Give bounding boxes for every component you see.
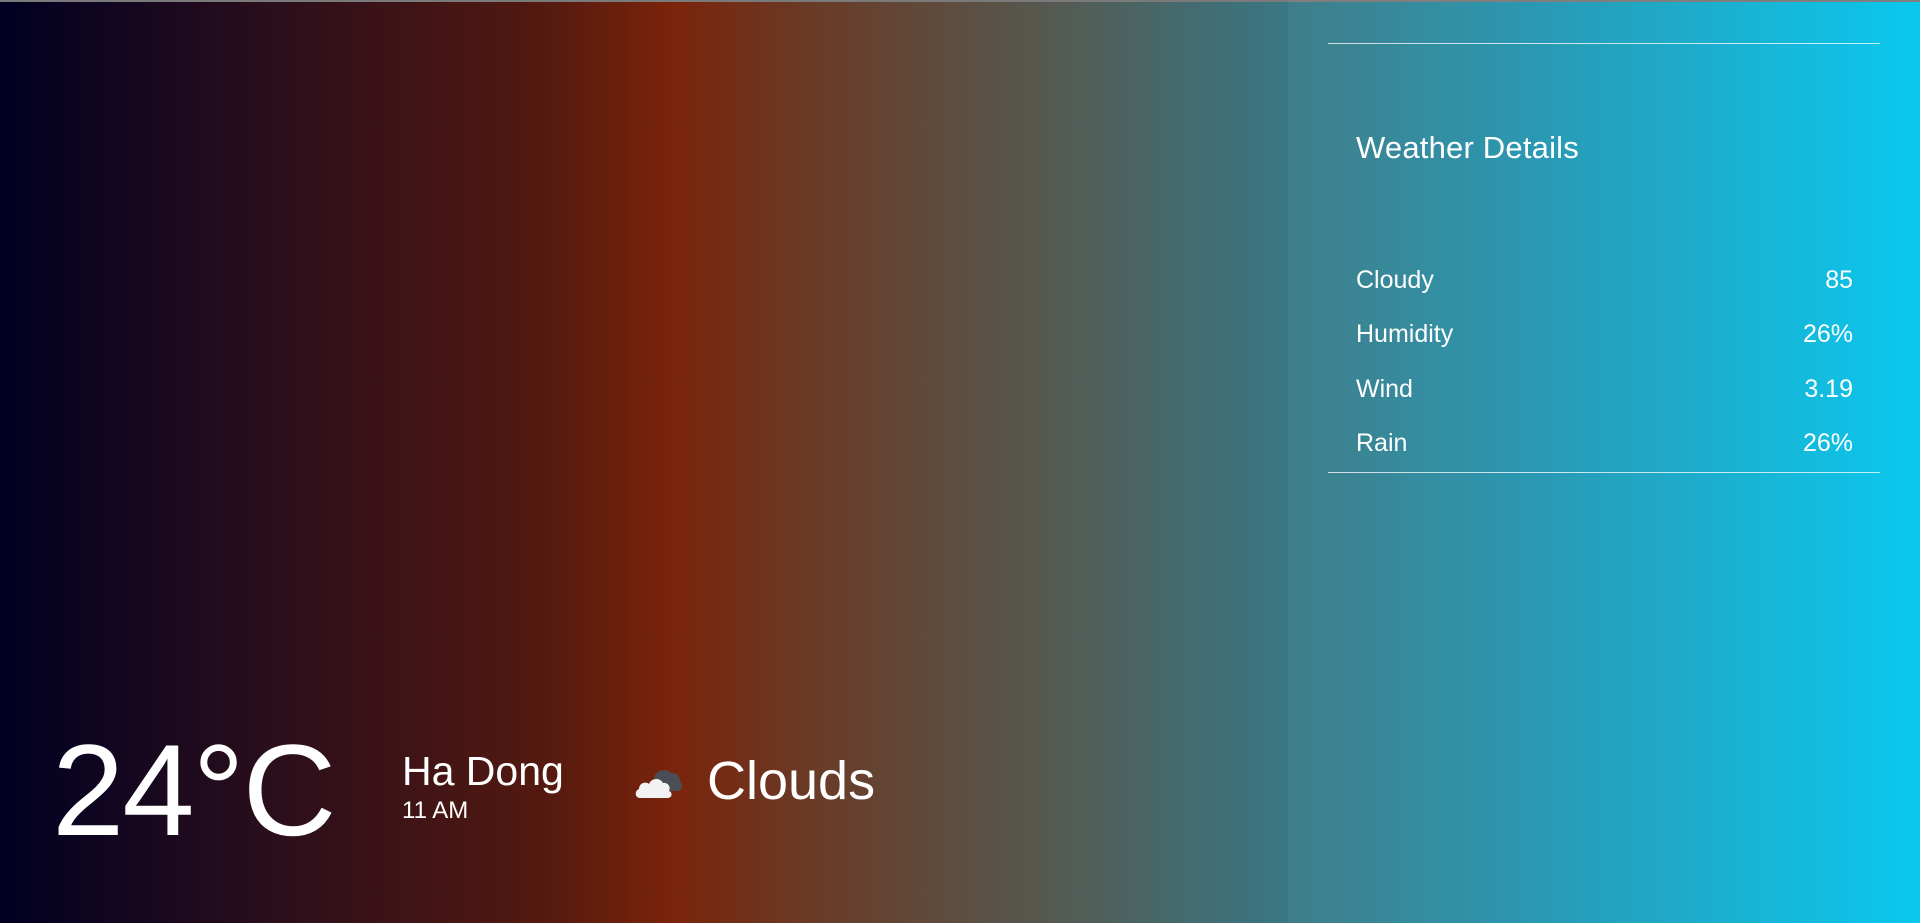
detail-value: 26% <box>1802 320 1853 349</box>
panel-bottom-divider <box>1328 472 1880 473</box>
detail-label: Wind <box>1356 374 1413 403</box>
detail-row-cloudy: Cloudy 85 <box>1356 253 1853 308</box>
condition-text: Clouds <box>707 751 876 811</box>
panel-title: Weather Details <box>1356 130 1579 165</box>
detail-value: 26% <box>1802 429 1853 458</box>
details-list: Cloudy 85 Humidity 26% Wind 3.19 Rain 26… <box>1356 253 1853 471</box>
detail-row-wind: Wind 3.19 <box>1356 362 1853 417</box>
detail-value: 3.19 <box>1804 374 1853 403</box>
weather-details-panel: Weather Details Cloudy 85 Humidity 26% W… <box>1288 0 1920 923</box>
detail-label: Cloudy <box>1356 265 1434 294</box>
detail-label: Humidity <box>1356 320 1454 349</box>
detail-row-rain: Rain 26% <box>1356 417 1853 472</box>
current-time: 11 AM <box>402 797 469 824</box>
detail-value: 85 <box>1825 265 1853 294</box>
detail-label: Rain <box>1356 429 1408 458</box>
cloud-icon <box>635 770 683 798</box>
detail-row-humidity: Humidity 26% <box>1356 308 1853 363</box>
city-name: Ha Dong <box>402 748 564 794</box>
temperature: 24°C <box>52 717 336 863</box>
panel-top-divider <box>1328 43 1880 44</box>
